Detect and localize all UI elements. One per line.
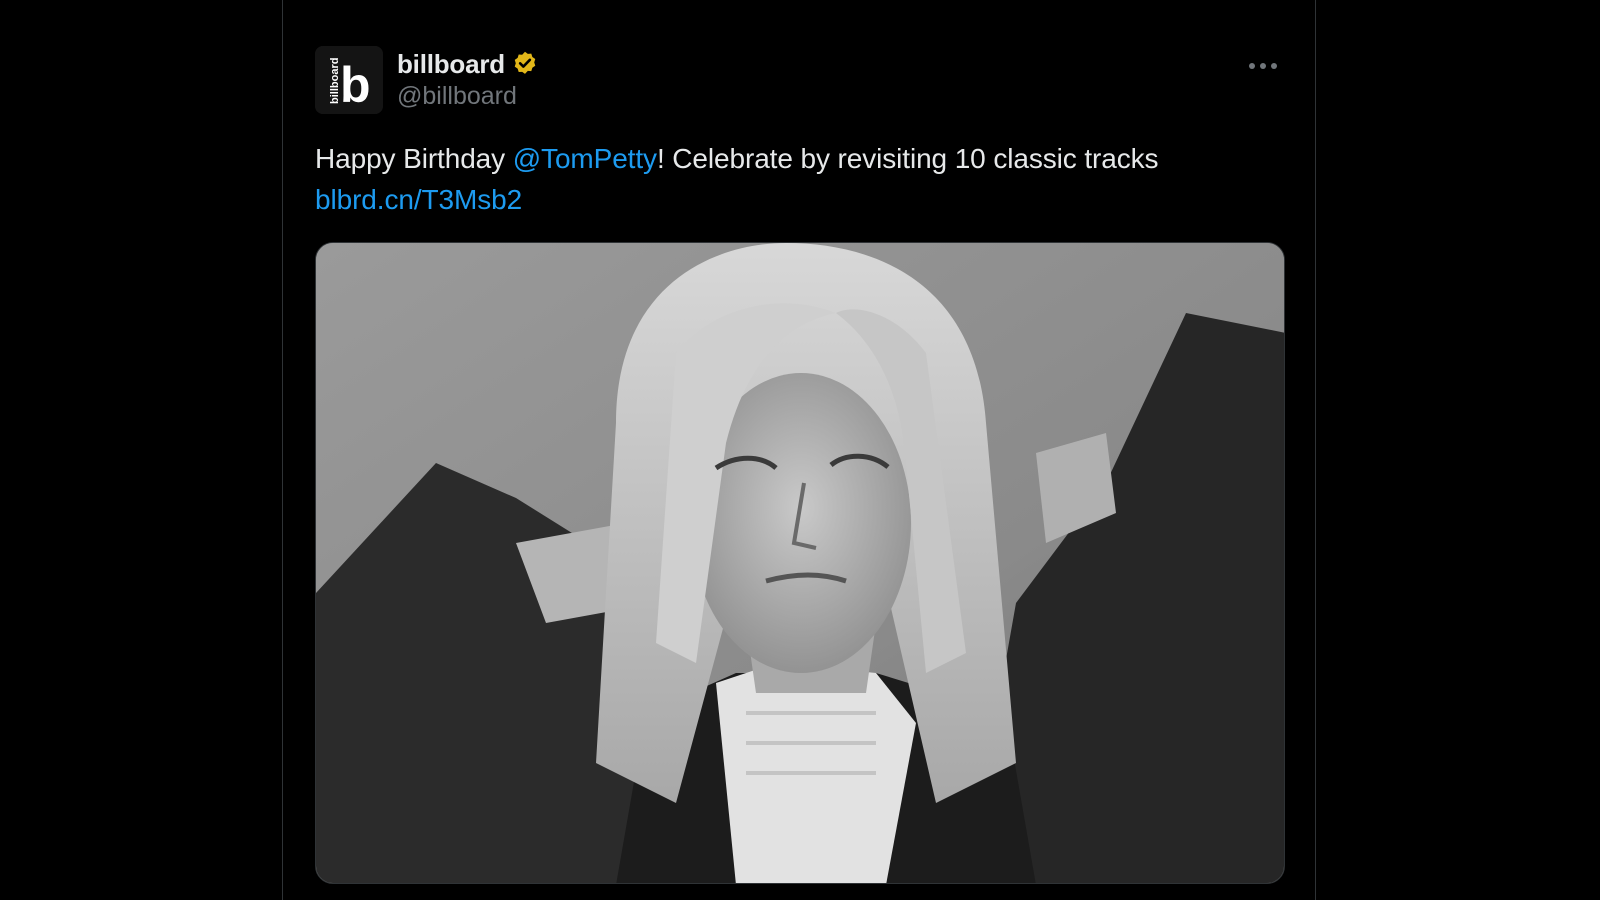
- logo-letter: b: [340, 57, 371, 113]
- mention-link[interactable]: @TomPetty: [513, 143, 657, 174]
- avatar[interactable]: billboard b: [315, 46, 383, 114]
- user-handle[interactable]: @billboard: [397, 82, 539, 111]
- url-link[interactable]: blbrd.cn/T3Msb2: [315, 184, 522, 215]
- name-block: billboard @billboard: [397, 48, 539, 111]
- photo-icon: [316, 243, 1284, 883]
- tweet-text: Happy Birthday @TomPetty! Celebrate by r…: [315, 138, 1275, 220]
- display-name-row: billboard: [397, 48, 539, 80]
- billboard-logo-icon: billboard b: [315, 46, 383, 114]
- tweet-header: billboard b billboard @billboard: [315, 46, 1283, 116]
- tweet-text-suffix: ! Celebrate by revisiting 10 classic tra…: [656, 143, 1159, 174]
- more-options-icon: [1249, 63, 1277, 69]
- more-options-button[interactable]: [1243, 48, 1283, 84]
- tweet-card[interactable]: billboard b billboard @billboard Happy B…: [282, 0, 1316, 900]
- tweet-photo[interactable]: [315, 242, 1285, 884]
- tweet-text-prefix: Happy Birthday: [315, 143, 513, 174]
- verified-badge-icon[interactable]: [511, 50, 539, 78]
- display-name[interactable]: billboard: [397, 49, 505, 80]
